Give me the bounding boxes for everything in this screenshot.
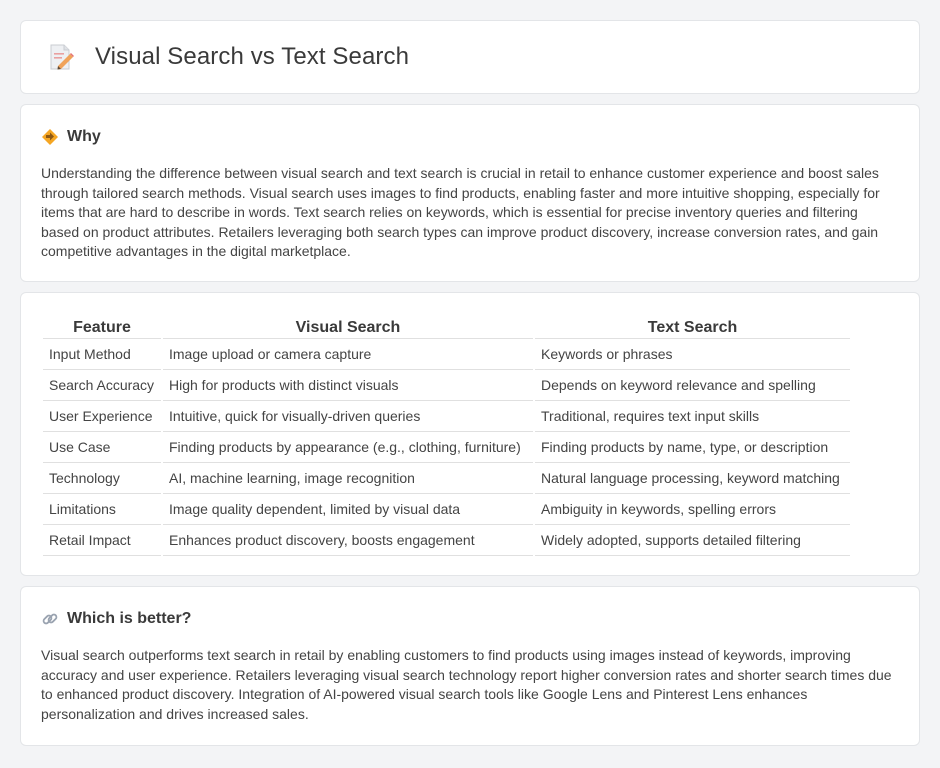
- page-title: Visual Search vs Text Search: [95, 43, 410, 70]
- feature-cell: Use Case: [43, 432, 161, 463]
- table-row: Use Case Finding products by appearance …: [43, 432, 850, 463]
- which-is-better-section: Which is better? Visual search outperfor…: [20, 586, 920, 746]
- why-section: Why Understanding the difference between…: [20, 104, 920, 282]
- table-row: User Experience Intuitive, quick for vis…: [43, 401, 850, 432]
- visual-cell: AI, machine learning, image recognition: [163, 463, 533, 494]
- comparison-section: Feature Visual Search Text Search Input …: [20, 292, 920, 576]
- link-icon: [41, 610, 59, 628]
- feature-cell: Input Method: [43, 339, 161, 370]
- visual-cell: Image upload or camera capture: [163, 339, 533, 370]
- better-heading-text: Which is better?: [67, 610, 192, 627]
- better-body: Visual search outperforms text search in…: [41, 647, 892, 722]
- text-cell: Depends on keyword relevance and spellin…: [535, 370, 850, 401]
- table-row: Retail Impact Enhances product discovery…: [43, 525, 850, 556]
- header-visual-search: Visual Search: [163, 313, 533, 339]
- feature-cell: User Experience: [43, 401, 161, 432]
- header-text-search: Text Search: [535, 313, 850, 339]
- table-header-row: Feature Visual Search Text Search: [43, 313, 850, 339]
- visual-cell: Enhances product discovery, boosts engag…: [163, 525, 533, 556]
- header-feature: Feature: [43, 313, 161, 339]
- better-heading: Which is better?: [41, 609, 899, 629]
- text-cell: Widely adopted, supports detailed filter…: [535, 525, 850, 556]
- text-cell: Finding products by name, type, or descr…: [535, 432, 850, 463]
- visual-cell: Intuitive, quick for visually-driven que…: [163, 401, 533, 432]
- why-heading: Why: [41, 127, 899, 147]
- why-heading-text: Why: [67, 128, 101, 145]
- text-cell: Keywords or phrases: [535, 339, 850, 370]
- table-row: Limitations Image quality dependent, lim…: [43, 494, 850, 525]
- text-cell: Ambiguity in keywords, spelling errors: [535, 494, 850, 525]
- page: Visual Search vs Text Search Why Underst…: [0, 0, 940, 768]
- visual-cell: Image quality dependent, limited by visu…: [163, 494, 533, 525]
- feature-cell: Technology: [43, 463, 161, 494]
- comparison-table: Feature Visual Search Text Search Input …: [41, 313, 852, 556]
- feature-cell: Limitations: [43, 494, 161, 525]
- table-row: Search Accuracy High for products with d…: [43, 370, 850, 401]
- why-body: Understanding the difference between vis…: [41, 165, 880, 259]
- feature-cell: Search Accuracy: [43, 370, 161, 401]
- header-card: Visual Search vs Text Search: [20, 20, 920, 94]
- visual-cell: Finding products by appearance (e.g., cl…: [163, 432, 533, 463]
- visual-cell: High for products with distinct visuals: [163, 370, 533, 401]
- text-cell: Natural language processing, keyword mat…: [535, 463, 850, 494]
- document-pencil-icon: [45, 42, 75, 72]
- text-cell: Traditional, requires text input skills: [535, 401, 850, 432]
- feature-cell: Retail Impact: [43, 525, 161, 556]
- table-row: Technology AI, machine learning, image r…: [43, 463, 850, 494]
- diamond-arrow-icon: [41, 128, 59, 146]
- table-row: Input Method Image upload or camera capt…: [43, 339, 850, 370]
